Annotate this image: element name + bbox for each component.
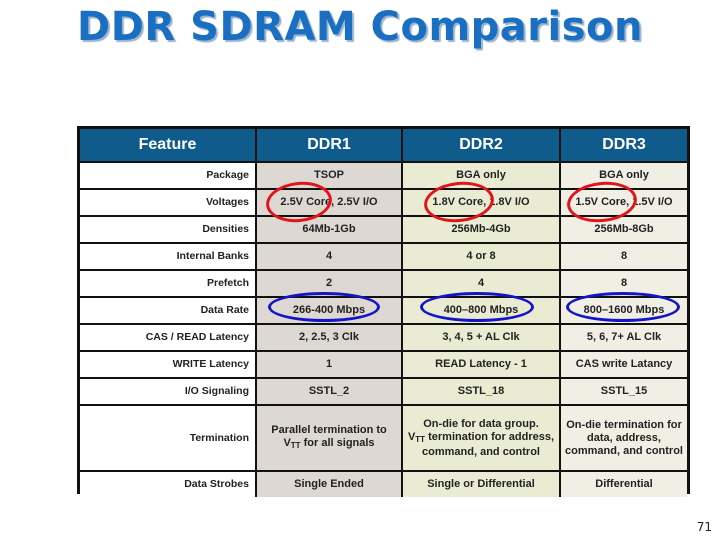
table-row: Densities 64Mb-1Gb 256Mb-4Gb 256Mb-8Gb [80,216,687,244]
cell-ddr1: Parallel termination to VTT for all signa… [256,405,403,472]
cell-ddr2: On-die for data group. VTT termination fo… [402,405,561,472]
cell-ddr2: READ Latency - 1 [402,351,561,379]
table-row: Package TSOP BGA only BGA only [80,162,687,190]
table-row: Termination Parallel termination to VTT f… [80,405,687,472]
cell-ddr1: 64Mb-1Gb [256,216,403,244]
vtt-symbol: V [283,437,291,449]
feature-label: Prefetch [80,270,257,298]
cell-text: Parallel termination to [271,424,387,436]
slide-title: DDR SDRAM Comparison [77,4,643,50]
page-number: 71 [696,520,712,534]
cell-ddr3: BGA only [560,162,687,190]
vtt-subscript: TT [415,434,426,444]
cell-ddr3: 1.5V Core, 1.5V I/O [560,189,687,217]
cell-ddr1: Single Ended [256,471,403,497]
table-row: WRITE Latency 1 READ Latency - 1 CAS wri… [80,351,687,379]
feature-label: I/O Signaling [80,378,257,406]
cell-ddr3: 256Mb-8Gb [560,216,687,244]
feature-label: Densities [80,216,257,244]
header-ddr3: DDR3 [560,129,687,163]
cell-ddr3: Differential [560,471,687,497]
feature-label: Internal Banks [80,243,257,271]
table-row: Voltages 2.5V Core, 2.5V I/O 1.8V Core, … [80,189,687,217]
cell-ddr1: 2.5V Core, 2.5V I/O [256,189,403,217]
cell-ddr2: 3, 4, 5 + AL Clk [402,324,561,352]
cell-ddr3: On-die termination for data, address, co… [560,405,687,472]
table-row: Data Rate 266-400 Mbps 400–800 Mbps 800–… [80,297,687,325]
cell-ddr3: SSTL_15 [560,378,687,406]
cell-ddr2: 1.8V Core, 1.8V I/O [402,189,561,217]
feature-label: Data Rate [80,297,257,325]
cell-ddr2: BGA only [402,162,561,190]
feature-label: Voltages [80,189,257,217]
feature-label: WRITE Latency [80,351,257,379]
cell-ddr2: SSTL_18 [402,378,561,406]
cell-ddr1: 4 [256,243,403,271]
cell-ddr1: TSOP [256,162,403,190]
table-row: Data Strobes Single Ended Single or Diff… [80,471,687,497]
cell-ddr2: 4 [402,270,561,298]
cell-ddr1: SSTL_2 [256,378,403,406]
cell-ddr2: 4 or 8 [402,243,561,271]
cell-ddr1: 2 [256,270,403,298]
header-ddr1: DDR1 [256,129,403,163]
table-row: I/O Signaling SSTL_2 SSTL_18 SSTL_15 [80,378,687,406]
header-feature: Feature [80,129,257,163]
cell-ddr2: 400–800 Mbps [402,297,561,325]
table-row: Prefetch 2 4 8 [80,270,687,298]
table-header-row: Feature DDR1 DDR2 DDR3 [80,129,687,163]
feature-label: Package [80,162,257,190]
feature-label: Data Strobes [80,471,257,497]
cell-ddr1: 1 [256,351,403,379]
cell-ddr2: 256Mb-4Gb [402,216,561,244]
cell-text: On-die for data group. [423,417,539,430]
cell-ddr3: 8 [560,270,687,298]
table-row: CAS / READ Latency 2, 2.5, 3 Clk 3, 4, 5… [80,324,687,352]
cell-ddr1: 266-400 Mbps [256,297,403,325]
feature-label: Termination [80,405,257,472]
vtt-subscript: TT [290,441,301,450]
cell-text: termination for address, command, and co… [422,430,555,458]
feature-label: CAS / READ Latency [80,324,257,352]
cell-text: for all signals [300,437,375,449]
table-row: Internal Banks 4 4 or 8 8 [80,243,687,271]
cell-ddr3: 800–1600 Mbps [560,297,687,325]
cell-ddr3: 5, 6, 7+ AL Clk [560,324,687,352]
cell-ddr2: Single or Differential [402,471,561,497]
cell-ddr3: 8 [560,243,687,271]
header-ddr2: DDR2 [402,129,561,163]
comparison-table: Feature DDR1 DDR2 DDR3 Package TSOP BGA … [77,126,690,497]
cell-ddr1: 2, 2.5, 3 Clk [256,324,403,352]
cell-ddr3: CAS write Latancy [560,351,687,379]
